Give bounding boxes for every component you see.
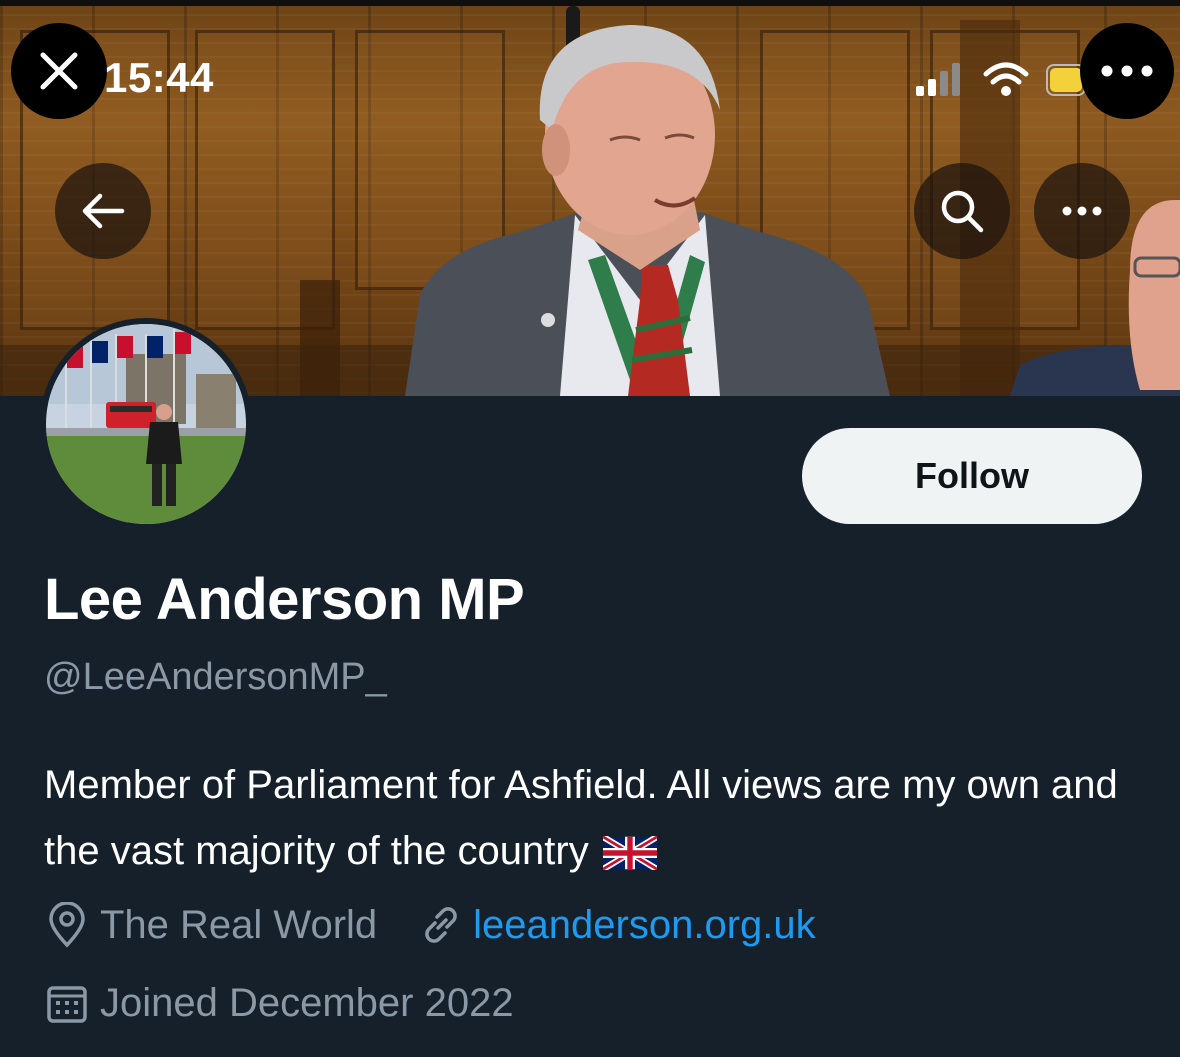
more-dots-icon (1062, 206, 1102, 216)
more-options-button-top[interactable] (1080, 23, 1174, 119)
close-icon (40, 52, 78, 90)
profile-handle: @LeeAndersonMP_ (44, 656, 387, 698)
search-button[interactable] (914, 163, 1010, 259)
more-options-button[interactable] (1034, 163, 1130, 259)
search-icon (941, 190, 984, 233)
avatar-frame[interactable] (40, 318, 252, 530)
profile-joined-date: Joined December 2022 (100, 980, 514, 1025)
profile-joined-row: Joined December 2022 (44, 980, 514, 1026)
calendar-icon (44, 980, 90, 1026)
back-button[interactable] (55, 163, 151, 259)
profile-display-name: Lee Anderson MP (44, 567, 525, 632)
profile-bio-text: Member of Parliament for Ashfield. All v… (44, 763, 1118, 873)
location-pin-icon (44, 902, 90, 948)
signal-icon (916, 63, 960, 96)
profile-location: The Real World (100, 902, 378, 947)
wifi-icon (983, 62, 1029, 96)
profile-bio: Member of Parliament for Ashfield. All v… (44, 752, 1154, 884)
link-icon (419, 903, 463, 947)
status-icons (916, 62, 1086, 96)
status-time: 15:44 (104, 54, 214, 101)
profile-meta-row: The Real World leeanderson.org.uk (44, 902, 816, 948)
avatar (46, 324, 246, 524)
banner-top-edge (0, 0, 1180, 6)
close-button[interactable] (11, 23, 107, 119)
uk-flag-icon (602, 836, 657, 871)
profile-screen: 15:44 Follow Lee Anderson MP @LeeAnderso… (0, 0, 1180, 1057)
back-arrow-icon (82, 193, 125, 229)
profile-website-link[interactable]: leeanderson.org.uk (473, 903, 815, 948)
more-dots-icon (1101, 65, 1153, 77)
follow-button[interactable]: Follow (802, 428, 1142, 524)
